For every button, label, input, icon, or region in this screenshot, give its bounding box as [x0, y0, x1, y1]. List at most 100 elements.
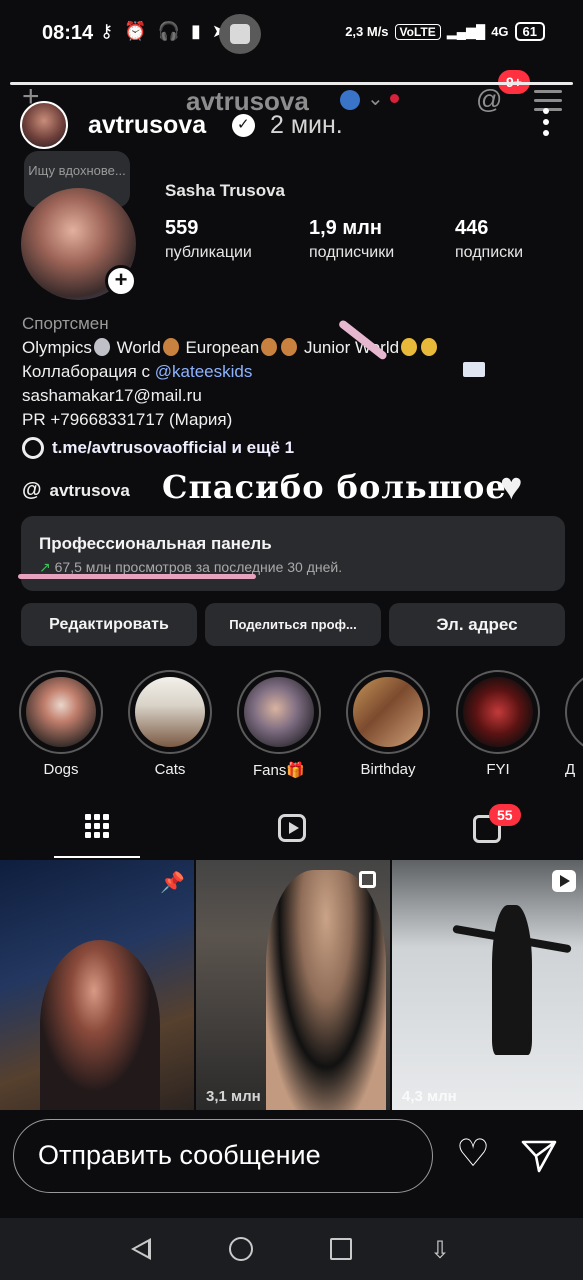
highlight-cover: [244, 677, 314, 747]
threads-profile-link[interactable]: @ avtrusova: [22, 479, 130, 502]
status-bar: 08:14 ⚷ ⏰ 🎧 ▮ ➤ 2,3 M/s VoLTE ▂▄▆█ 4G 61: [0, 0, 583, 68]
post-image: [266, 870, 386, 1110]
pin-icon: 📌: [160, 872, 185, 894]
bronze-medal-icon: [281, 338, 298, 356]
carousel-icon: [359, 871, 376, 888]
stat-value: 446: [455, 217, 489, 239]
post-thumbnail[interactable]: 4,3 млн: [392, 860, 583, 1110]
highlight-label: FYI: [486, 761, 510, 778]
story-verified-icon: [232, 114, 255, 137]
highlight-cover: [353, 677, 423, 747]
highlight-label: Д: [565, 761, 576, 778]
highlight-cover: [135, 677, 205, 747]
envelope-icon: [463, 362, 485, 377]
tab-reels[interactable]: [248, 806, 334, 858]
professional-dashboard-panel[interactable]: Профессиональная панель ↗ 67,5 млн просм…: [21, 516, 565, 591]
battery-icon: 61: [514, 22, 545, 41]
profile-bio: Спортсмен Olympics World European Junior…: [22, 312, 439, 432]
profile-link-text: t.me/avtrusovaofficial и ещё 1: [52, 438, 295, 457]
threads-icon: @: [22, 479, 42, 501]
email-button[interactable]: Эл. адрес: [389, 603, 565, 646]
grid-icon: [85, 814, 109, 838]
pro-panel-title: Профессиональная панель: [39, 534, 272, 553]
threads-handle: avtrusova: [49, 480, 130, 500]
tab-grid[interactable]: [54, 806, 140, 858]
home-icon[interactable]: [229, 1237, 253, 1261]
tagged-count-badge: 55: [489, 804, 521, 826]
collab-mention-link[interactable]: @kateeskids: [155, 362, 253, 381]
trend-arrow-icon: ↗: [39, 559, 55, 575]
network-type: 4G: [491, 24, 509, 39]
stat-label: подписки: [455, 244, 524, 261]
notification-shade-icon[interactable]: ⇩: [430, 1236, 450, 1265]
highlight-item[interactable]: FYI: [455, 670, 541, 778]
post-thumbnail[interactable]: 3,1 млн: [196, 860, 390, 1110]
story-timestamp: 2 мин.: [270, 111, 343, 139]
highlight-label: Fans🎁: [252, 762, 306, 779]
app-notification-icon: [219, 14, 261, 54]
post-thumbnail[interactable]: 📌: [0, 860, 194, 1110]
highlight-label: Dogs: [43, 761, 79, 778]
back-icon[interactable]: [131, 1238, 151, 1260]
stat-value: 559: [165, 217, 199, 239]
message-input[interactable]: Отправить сообщение: [13, 1119, 433, 1193]
highlight-cover: [26, 677, 96, 747]
stat-following[interactable]: 446 подписки: [455, 217, 523, 262]
highlight-item[interactable]: Fans🎁: [236, 670, 322, 779]
unread-dot: [390, 94, 399, 103]
highlight-label: Cats: [154, 761, 186, 778]
highlight-item[interactable]: Cats: [127, 670, 213, 778]
system-nav-bar: ⇩: [0, 1218, 583, 1280]
stat-label: публикации: [165, 244, 252, 261]
highlight-item[interactable]: Д: [565, 670, 583, 778]
post-views: 3,1 млн: [206, 1088, 261, 1105]
chevron-down-icon[interactable]: ⌄: [367, 86, 384, 111]
reel-play-icon: [552, 870, 576, 892]
highlight-cover: [463, 677, 533, 747]
stat-value: 1,9 млн: [309, 217, 382, 239]
highlight-item[interactable]: Dogs: [18, 670, 104, 778]
highlight-label: Birthday: [360, 761, 416, 778]
story-reply-bar: Отправить сообщение ♡: [0, 1110, 583, 1218]
profile-display-name: Sasha Trusova: [165, 181, 286, 200]
pro-panel-views: 67,5 млн просмотров: [54, 559, 192, 575]
bio-collab-line: Коллаборация с @kateeskids: [22, 362, 253, 381]
status-time: 08:14: [42, 22, 94, 44]
bronze-medal-icon: [261, 338, 278, 356]
gold-medal-icon: [401, 338, 418, 356]
signal-icon: ▂▄▆█: [446, 23, 486, 39]
profile-tabs: 55: [0, 804, 583, 858]
add-story-plus-icon[interactable]: +: [105, 265, 137, 297]
post-image: [40, 940, 160, 1110]
story-progress-bar: [10, 82, 573, 85]
profile-category: Спортсмен: [22, 314, 109, 333]
network-speed: 2,3 M/s: [345, 24, 389, 39]
status-notification-icons: ⚷ ⏰ 🎧 ▮ ➤: [100, 21, 230, 41]
stat-label: подписчики: [309, 244, 395, 261]
verified-icon: [340, 90, 360, 110]
bronze-medal-icon: [162, 338, 179, 356]
post-views: 4,3 млн: [402, 1088, 457, 1105]
like-heart-icon[interactable]: ♡: [456, 1135, 490, 1173]
send-icon[interactable]: [520, 1138, 558, 1174]
more-options-icon[interactable]: [540, 108, 552, 138]
tab-tagged[interactable]: 55: [444, 804, 530, 858]
stat-posts[interactable]: 559 публикации: [165, 217, 252, 262]
story-text-sticker: Спасибо большое: [162, 468, 507, 506]
stat-followers[interactable]: 1,9 млн подписчики: [309, 217, 394, 262]
status-right-icons: 2,3 M/s VoLTE ▂▄▆█ 4G 61: [345, 22, 545, 41]
bio-pr-contact: PR +79668331717 (Мария): [22, 410, 233, 429]
silver-medal-icon: [93, 338, 110, 356]
white-heart-sticker: ♥: [500, 466, 523, 508]
posts-grid: 📌 3,1 млн 4,3 млн: [0, 860, 583, 1110]
story-owner-username[interactable]: avtrusova: [88, 111, 206, 140]
recent-apps-icon[interactable]: [330, 1238, 352, 1260]
pro-panel-period: за последние 30 дней.: [191, 559, 343, 575]
link-icon: [22, 437, 44, 459]
edit-profile-button[interactable]: Редактировать: [21, 603, 197, 646]
share-profile-button[interactable]: Поделиться проф...: [205, 603, 381, 646]
volte-icon: VoLTE: [394, 23, 441, 40]
story-owner-avatar[interactable]: [20, 101, 68, 149]
profile-link[interactable]: t.me/avtrusovaofficial и ещё 1: [22, 437, 294, 459]
highlight-item[interactable]: Birthday: [345, 670, 431, 778]
